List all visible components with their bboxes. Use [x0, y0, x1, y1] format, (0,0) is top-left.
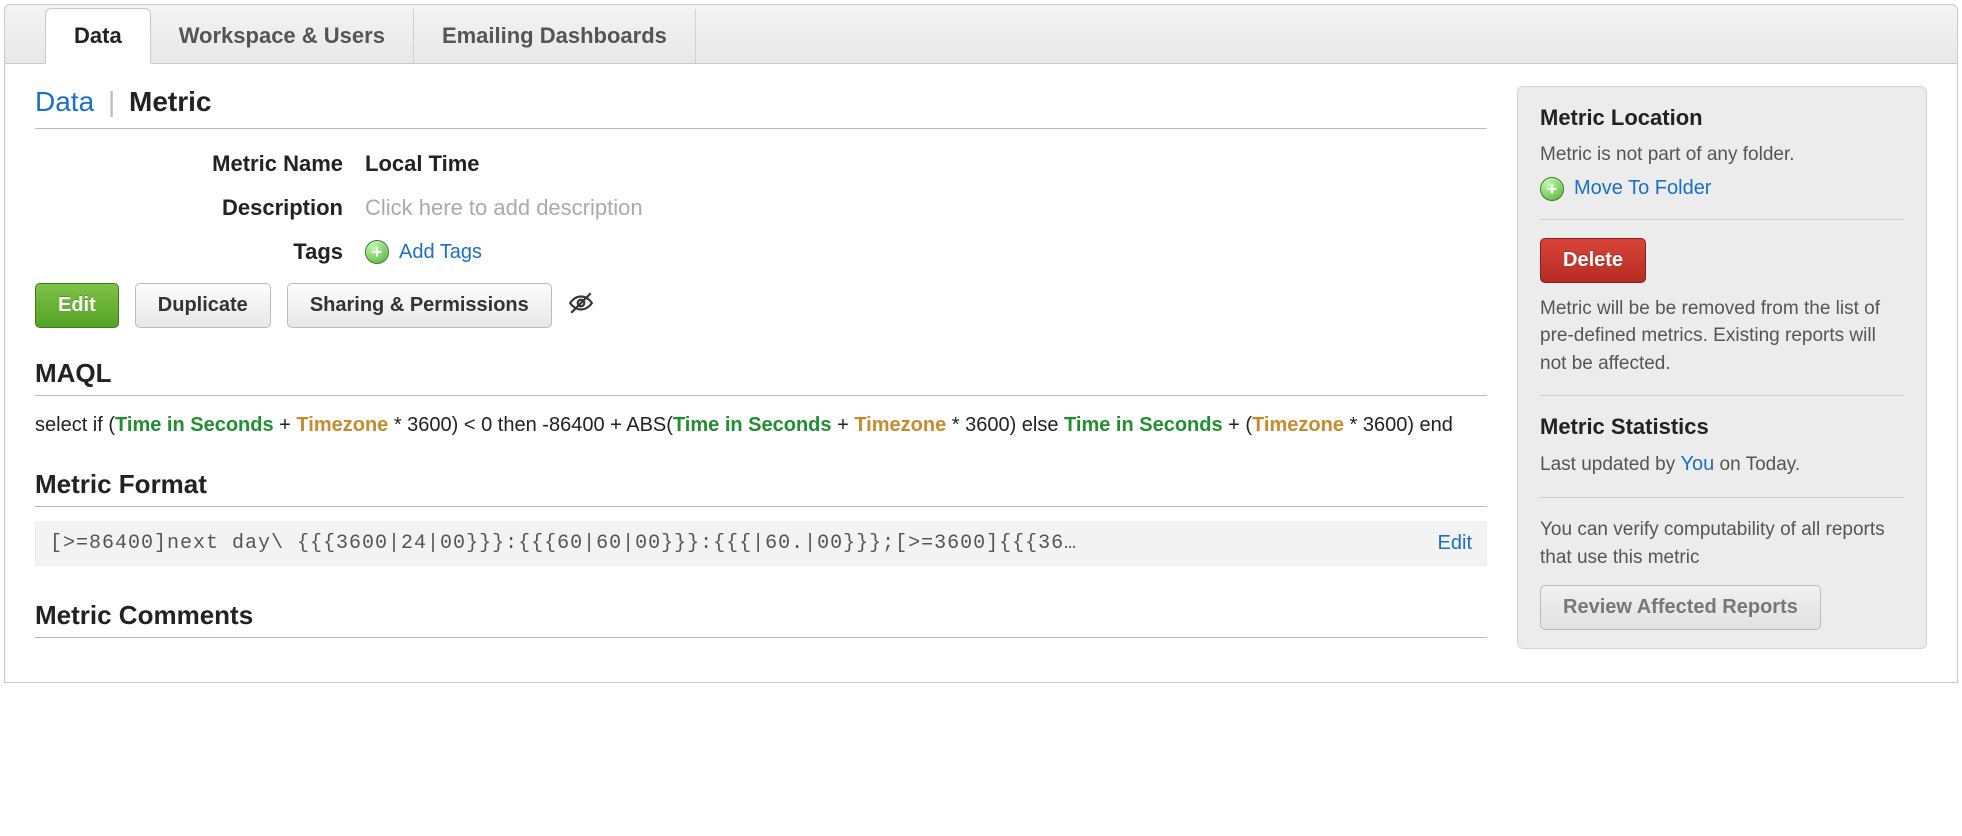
description-input[interactable]: Click here to add description	[365, 195, 643, 221]
review-affected-reports-button[interactable]: Review Affected Reports	[1540, 585, 1821, 630]
verify-text: You can verify computability of all repo…	[1540, 516, 1904, 571]
row-tags: Tags + Add Tags	[35, 239, 1487, 265]
divider	[1540, 219, 1904, 220]
tab-emailing-dashboards[interactable]: Emailing Dashboards	[414, 9, 696, 63]
top-tabs: Data Workspace & Users Emailing Dashboar…	[4, 4, 1958, 64]
side-column: Metric Location Metric is not part of an…	[1517, 86, 1927, 652]
tok-timezone: Timezone	[1252, 414, 1344, 436]
divider	[1540, 395, 1904, 396]
breadcrumb-separator: |	[108, 86, 115, 117]
maql-heading: MAQL	[35, 358, 1487, 396]
breadcrumb-root-link[interactable]: Data	[35, 86, 94, 117]
delete-button[interactable]: Delete	[1540, 238, 1646, 283]
edit-button[interactable]: Edit	[35, 283, 119, 328]
breadcrumb: Data | Metric	[35, 86, 1487, 129]
breadcrumb-current: Metric	[129, 86, 211, 117]
stats-prefix: Last updated by	[1540, 454, 1681, 475]
metric-format-code: [>=86400]next day\ {{{3600|24|00}}}:{{{6…	[50, 532, 1420, 555]
divider	[1540, 497, 1904, 498]
visibility-off-icon[interactable]	[568, 290, 594, 322]
metric-comments-heading: Metric Comments	[35, 600, 1487, 638]
metric-format-heading: Metric Format	[35, 469, 1487, 507]
metric-statistics-heading: Metric Statistics	[1540, 414, 1904, 440]
row-metric-name: Metric Name Local Time	[35, 151, 1487, 177]
delete-note: Metric will be be removed from the list …	[1540, 295, 1904, 378]
add-tags-label: Add Tags	[399, 241, 482, 264]
metric-format-row: [>=86400]next day\ {{{3600|24|00}}}:{{{6…	[35, 521, 1487, 566]
maql-text: * 3600) < 0 then -86400 + ABS(	[388, 414, 673, 436]
maql-expression: select if (Time in Seconds + Timezone * …	[35, 410, 1487, 441]
stats-user-link[interactable]: You	[1681, 453, 1715, 475]
plus-icon: +	[1540, 177, 1564, 201]
move-to-folder-link[interactable]: Move To Folder	[1574, 177, 1711, 200]
maql-text: + (	[1223, 414, 1252, 436]
metric-location-text: Metric is not part of any folder.	[1540, 141, 1904, 169]
sharing-permissions-button[interactable]: Sharing & Permissions	[287, 283, 552, 328]
add-tags-link[interactable]: + Add Tags	[365, 240, 482, 264]
stats-suffix: on Today.	[1714, 454, 1800, 475]
metric-statistics-text: Last updated by You on Today.	[1540, 450, 1904, 479]
tok-time-in-seconds: Time in Seconds	[1064, 414, 1223, 436]
maql-text: * 3600) else	[946, 414, 1064, 436]
tok-timezone: Timezone	[854, 414, 946, 436]
value-metric-name: Local Time	[365, 151, 480, 177]
label-tags: Tags	[35, 239, 365, 265]
row-description: Description Click here to add descriptio…	[35, 195, 1487, 221]
maql-text: select if (	[35, 414, 115, 436]
action-row: Edit Duplicate Sharing & Permissions	[35, 283, 1487, 328]
side-panel: Metric Location Metric is not part of an…	[1517, 86, 1927, 649]
metric-format-edit-link[interactable]: Edit	[1438, 532, 1472, 555]
maql-text: +	[832, 414, 855, 436]
tok-time-in-seconds: Time in Seconds	[673, 414, 832, 436]
page-body: Data | Metric Metric Name Local Time Des…	[4, 64, 1958, 683]
plus-icon: +	[365, 240, 389, 264]
metric-location-heading: Metric Location	[1540, 105, 1904, 131]
maql-text: * 3600) end	[1344, 414, 1453, 436]
tok-timezone: Timezone	[296, 414, 388, 436]
label-metric-name: Metric Name	[35, 151, 365, 177]
tok-time-in-seconds: Time in Seconds	[115, 414, 274, 436]
maql-text: +	[274, 414, 297, 436]
main-column: Data | Metric Metric Name Local Time Des…	[35, 86, 1487, 652]
label-description: Description	[35, 195, 365, 221]
duplicate-button[interactable]: Duplicate	[135, 283, 271, 328]
tab-data[interactable]: Data	[45, 8, 151, 64]
tab-workspace-users[interactable]: Workspace & Users	[151, 9, 414, 63]
